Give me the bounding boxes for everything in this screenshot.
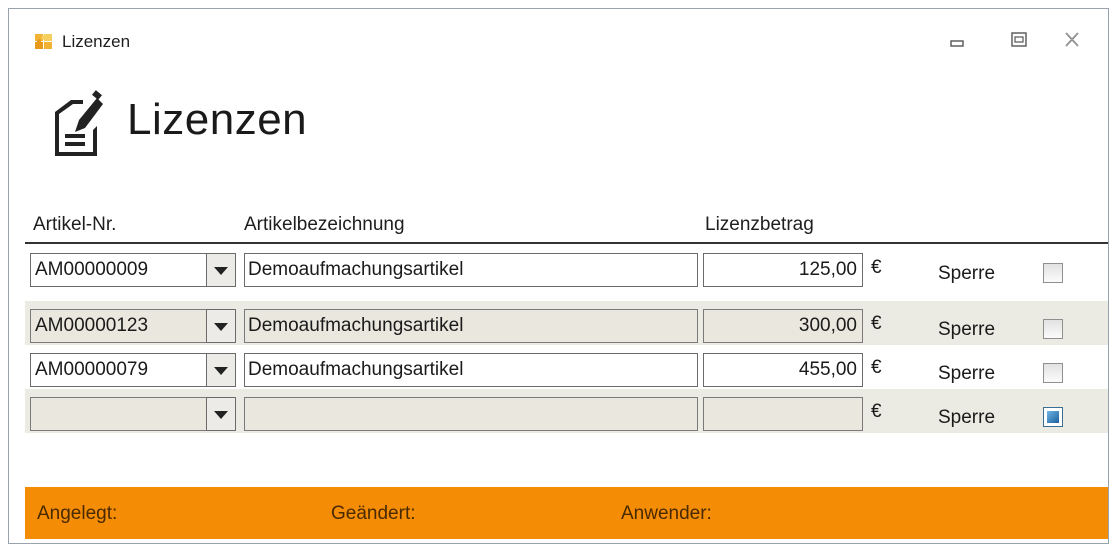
artikelbezeichnung-field[interactable]: Demoaufmachungsartikel bbox=[244, 253, 698, 287]
chevron-down-icon[interactable] bbox=[206, 309, 236, 343]
status-bar: Angelegt: Geändert: Anwender: bbox=[25, 487, 1108, 539]
status-angelegt: Angelegt: bbox=[37, 503, 118, 524]
sperre-label: Sperre bbox=[938, 407, 996, 428]
column-header-artikel-nr: Artikel-Nr. bbox=[33, 214, 117, 235]
sperre-label: Sperre bbox=[938, 263, 996, 284]
lizenzbetrag-field[interactable]: 125,00 bbox=[703, 253, 863, 287]
header-divider bbox=[25, 242, 1108, 244]
sperre-checkbox[interactable] bbox=[1043, 363, 1063, 383]
edit-document-icon bbox=[55, 90, 103, 156]
close-button[interactable] bbox=[1058, 28, 1086, 52]
column-header-bezeichnung: Artikelbezeichnung bbox=[244, 214, 405, 235]
license-row: AM00000123 Demoaufmachungsartikel 300,00… bbox=[25, 301, 1108, 345]
artikelbezeichnung-field[interactable]: Demoaufmachungsartikel bbox=[244, 309, 698, 343]
license-row: AM00000079 Demoaufmachungsartikel 455,00… bbox=[25, 345, 1108, 389]
sperre-label: Sperre bbox=[938, 363, 996, 384]
page-title: Lizenzen bbox=[127, 95, 308, 144]
lizenzbetrag-field[interactable]: 300,00 bbox=[703, 309, 863, 343]
maximize-icon bbox=[1011, 32, 1027, 47]
license-window: Lizenzen Lizenzen Artikel-Nr. Artikelbez bbox=[8, 8, 1109, 544]
currency-label: € bbox=[871, 257, 882, 278]
window-title: Lizenzen bbox=[62, 32, 131, 51]
title-bar: Lizenzen bbox=[9, 9, 1108, 67]
sperre-checkbox[interactable] bbox=[1043, 407, 1063, 427]
status-geaendert: Geändert: bbox=[331, 503, 416, 524]
chevron-down-icon[interactable] bbox=[206, 353, 236, 387]
artikelbezeichnung-field[interactable]: Demoaufmachungsartikel bbox=[244, 353, 698, 387]
minimize-button[interactable] bbox=[943, 28, 971, 52]
maximize-button[interactable] bbox=[1005, 28, 1033, 52]
currency-label: € bbox=[871, 357, 882, 378]
license-row: AM00000009 Demoaufmachungsartikel 125,00… bbox=[25, 245, 1108, 289]
chevron-down-icon[interactable] bbox=[206, 397, 236, 431]
column-header-lizenzbetrag: Lizenzbetrag bbox=[705, 214, 814, 235]
lizenzbetrag-field[interactable] bbox=[703, 397, 863, 431]
status-anwender: Anwender: bbox=[621, 503, 712, 524]
chevron-down-icon[interactable] bbox=[206, 253, 236, 287]
sperre-checkbox[interactable] bbox=[1043, 263, 1063, 283]
currency-label: € bbox=[871, 401, 882, 422]
minimize-icon bbox=[950, 40, 964, 47]
currency-label: € bbox=[871, 313, 882, 334]
sperre-checkbox[interactable] bbox=[1043, 319, 1063, 339]
sperre-label: Sperre bbox=[938, 319, 996, 340]
puzzle-icon bbox=[35, 34, 52, 49]
close-icon bbox=[1065, 32, 1079, 47]
license-row-new: € Sperre bbox=[25, 389, 1108, 433]
lizenzbetrag-field[interactable]: 455,00 bbox=[703, 353, 863, 387]
artikelbezeichnung-field[interactable] bbox=[244, 397, 698, 431]
